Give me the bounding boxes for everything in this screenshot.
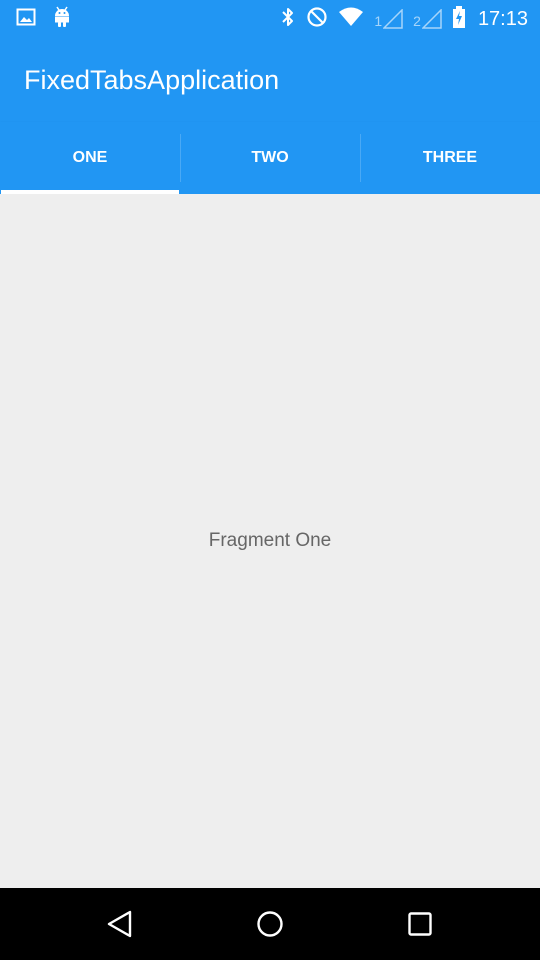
tab-bar: ONE TWO THREE xyxy=(0,122,540,194)
status-notifications xyxy=(16,6,72,33)
sim2-label: 2 xyxy=(413,13,421,29)
tab-two[interactable]: TWO xyxy=(180,122,360,194)
android-icon xyxy=(52,6,72,33)
fragment-label: Fragment One xyxy=(208,530,332,551)
tab-one[interactable]: ONE xyxy=(0,122,180,194)
tab-label: TWO xyxy=(251,149,289,166)
signal-icon xyxy=(383,9,403,29)
navigation-bar xyxy=(0,888,540,960)
gallery-icon xyxy=(16,7,36,32)
home-icon xyxy=(257,911,283,937)
tab-three[interactable]: THREE xyxy=(360,122,540,194)
app-bar: FixedTabsApplication xyxy=(0,38,540,122)
home-button[interactable] xyxy=(254,908,286,940)
status-system-icons: 1 2 17:13 xyxy=(280,5,528,33)
sim2-signal: 2 xyxy=(413,9,442,29)
sim1-signal: 1 xyxy=(374,9,403,29)
tab-label: ONE xyxy=(72,149,108,166)
bluetooth-icon xyxy=(280,6,296,33)
status-bar: 1 2 17:13 xyxy=(0,0,540,38)
recents-button[interactable] xyxy=(404,908,436,940)
back-icon xyxy=(107,910,132,938)
back-button[interactable] xyxy=(104,908,136,940)
tab-label: THREE xyxy=(422,149,478,166)
fragment-content: Fragment One xyxy=(0,194,540,888)
status-time: 17:13 xyxy=(477,8,528,30)
battery-charging-icon xyxy=(452,5,466,33)
sim1-label: 1 xyxy=(374,13,383,29)
app-title: FixedTabsApplication xyxy=(24,65,280,95)
do-not-disturb-icon xyxy=(306,6,328,33)
recents-icon xyxy=(408,912,432,936)
screen: 1 2 17:13 FixedTabsApplication ONE TWO T… xyxy=(0,0,540,960)
signal-icon xyxy=(421,9,442,29)
wifi-icon xyxy=(338,7,364,32)
